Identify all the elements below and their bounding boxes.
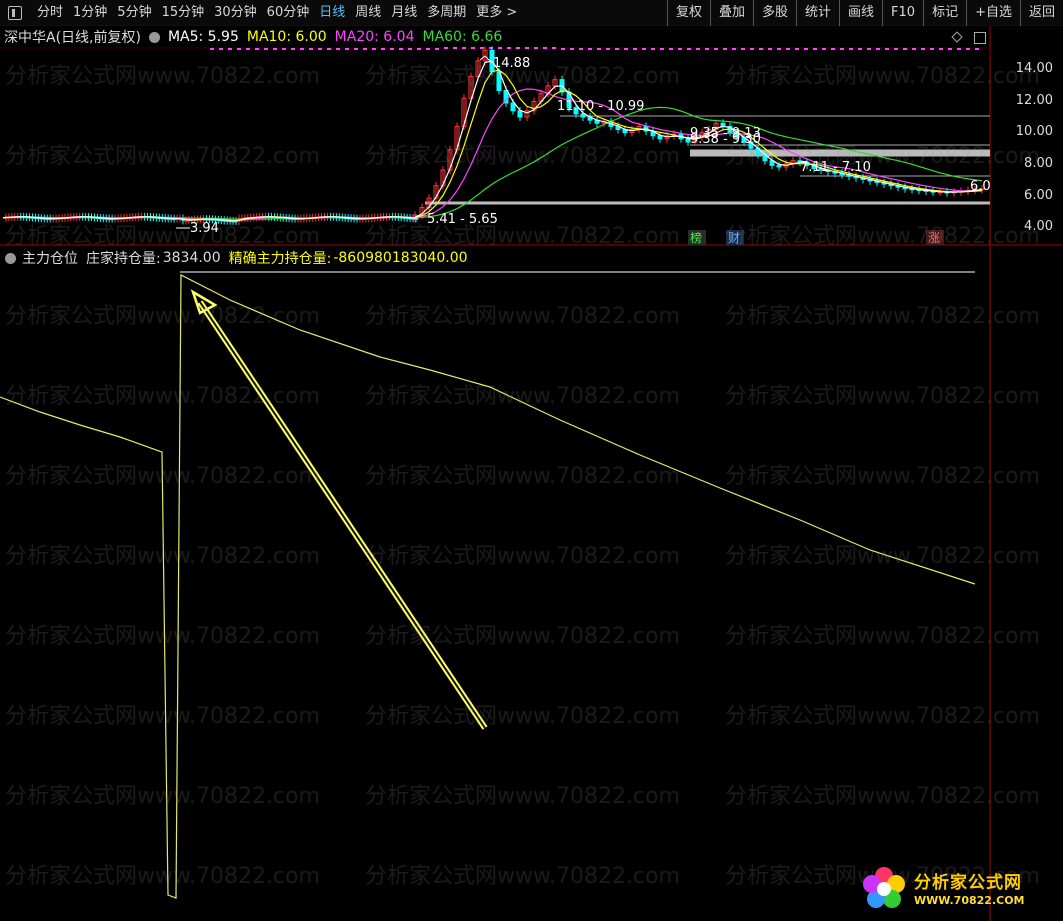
range5-annotation: 7.11 - 7.10: [800, 160, 871, 175]
ma5-line: [2, 60, 983, 222]
range2-annotation: 11.10 - 10.99: [557, 99, 644, 114]
indicator-menu-icon[interactable]: [5, 252, 16, 264]
y-label-3: 8.00: [1024, 156, 1053, 171]
y-label-5: 4.00: [1024, 219, 1053, 234]
indicator-title: 主力仓位: [22, 251, 78, 267]
y-label-4: 6.00: [1024, 188, 1053, 203]
high-annotation: 14.88: [493, 56, 530, 71]
y-label-2: 10.00: [1015, 124, 1053, 139]
badge-cai[interactable]: 财: [728, 231, 740, 245]
logo-title: 分析家公式网: [914, 873, 1022, 893]
y-label-1: 12.00: [1015, 93, 1053, 108]
item2-value: -860980183040.00: [333, 250, 468, 266]
chart-canvas: 14.88 3.94 5.41 - 5.65 11.10 - 10.99 9.3…: [0, 26, 1063, 921]
item1-label: 庄家持仓量:: [86, 251, 161, 267]
range1-annotation: 5.41 - 5.65: [427, 212, 498, 227]
site-logo: 分析家公式网 WWW.70822.COM: [858, 862, 1058, 917]
flower-logo-icon: [863, 867, 905, 908]
item2-label: 精确主力持仓量:: [228, 251, 332, 267]
candle-body: [510, 102, 516, 112]
candle-body: [776, 164, 782, 168]
candle-body: [517, 110, 523, 118]
candle-body: [657, 135, 663, 140]
low-annotation: 3.94: [190, 221, 219, 236]
badge-bang[interactable]: 榜: [690, 230, 702, 245]
badge-zhang[interactable]: 涨: [928, 230, 940, 245]
candlesticks: [4, 46, 985, 225]
range4-annotation: 9.38 - 9.30: [690, 132, 761, 147]
last-price-annotation: 6.0: [970, 179, 991, 194]
item1-value: 3834.00: [162, 250, 221, 266]
indicator-header: 主力仓位 庄家持仓量: 3834.00 精确主力持仓量: -8609801830…: [0, 247, 990, 269]
logo-url: WWW.70822.COM: [914, 894, 1025, 907]
y-label-0: 14.00: [1015, 61, 1053, 76]
arrow-annotation: [190, 289, 488, 730]
holding-line: [0, 274, 976, 899]
